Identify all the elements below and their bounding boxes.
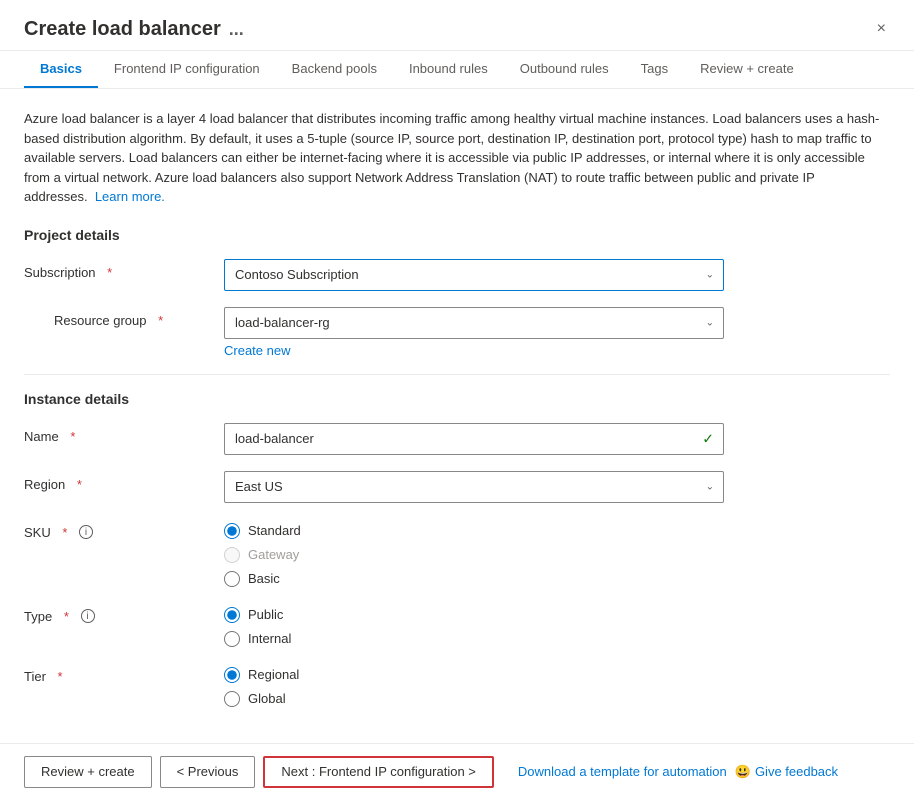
sku-info-icon[interactable]: i <box>79 525 93 539</box>
region-label: Region * <box>24 471 224 492</box>
type-public-option[interactable]: Public <box>224 607 724 623</box>
tab-basics[interactable]: Basics <box>24 51 98 88</box>
type-radio-group: Public Internal <box>224 603 724 647</box>
name-input[interactable] <box>224 423 724 455</box>
subscription-select[interactable]: Contoso Subscription <box>224 259 724 291</box>
description-text: Azure load balancer is a layer 4 load ba… <box>24 109 890 207</box>
dialog-title-ellipsis: ... <box>229 19 244 40</box>
resource-group-label: Resource group * <box>54 307 224 328</box>
tab-inbound-rules[interactable]: Inbound rules <box>393 51 504 88</box>
name-control: ✓ <box>224 423 724 455</box>
tab-outbound-rules[interactable]: Outbound rules <box>504 51 625 88</box>
tab-tags[interactable]: Tags <box>625 51 684 88</box>
sku-basic-label: Basic <box>248 571 280 586</box>
type-internal-option[interactable]: Internal <box>224 631 724 647</box>
tabs-bar: Basics Frontend IP configuration Backend… <box>0 51 914 89</box>
region-group: Region * East US ⌄ <box>24 471 890 503</box>
tab-backend-pools[interactable]: Backend pools <box>276 51 393 88</box>
type-group: Type * i Public Internal <box>24 603 890 647</box>
type-required: * <box>64 609 69 624</box>
name-label: Name * <box>24 423 224 444</box>
close-button[interactable]: × <box>873 16 890 42</box>
sku-gateway-radio[interactable] <box>224 547 240 563</box>
tier-control: Regional Global <box>224 663 724 707</box>
tier-regional-label: Regional <box>248 667 299 682</box>
review-create-button[interactable]: Review + create <box>24 756 152 788</box>
tier-global-option[interactable]: Global <box>224 691 724 707</box>
type-internal-radio[interactable] <box>224 631 240 647</box>
subscription-required: * <box>107 265 112 280</box>
tier-global-radio[interactable] <box>224 691 240 707</box>
tier-label: Tier * <box>24 663 224 684</box>
subscription-label: Subscription * <box>24 259 224 280</box>
type-internal-label: Internal <box>248 631 291 646</box>
sku-group: SKU * i Standard Gateway Basic <box>24 519 890 587</box>
next-button[interactable]: Next : Frontend IP configuration > <box>263 756 494 788</box>
type-info-icon[interactable]: i <box>81 609 95 623</box>
tier-global-label: Global <box>248 691 286 706</box>
sku-required: * <box>62 525 67 540</box>
resource-group-group: Resource group * load-balancer-rg ⌄ Crea… <box>24 307 890 358</box>
tab-frontend-ip[interactable]: Frontend IP configuration <box>98 51 276 88</box>
sku-gateway-option[interactable]: Gateway <box>224 547 724 563</box>
main-content: Azure load balancer is a layer 4 load ba… <box>0 89 914 743</box>
type-public-radio[interactable] <box>224 607 240 623</box>
sku-label: SKU * i <box>24 519 224 540</box>
resource-group-select[interactable]: load-balancer-rg <box>224 307 724 339</box>
tier-required: * <box>58 669 63 684</box>
sku-standard-radio[interactable] <box>224 523 240 539</box>
type-label: Type * i <box>24 603 224 624</box>
resource-group-required: * <box>158 313 163 328</box>
sku-basic-option[interactable]: Basic <box>224 571 724 587</box>
previous-button[interactable]: < Previous <box>160 756 256 788</box>
sku-control: Standard Gateway Basic <box>224 519 724 587</box>
name-group: Name * ✓ <box>24 423 890 455</box>
create-new-link[interactable]: Create new <box>224 343 724 358</box>
give-feedback-link[interactable]: 😃 Give feedback <box>735 764 838 780</box>
type-public-label: Public <box>248 607 283 622</box>
dialog-title: Create load balancer <box>24 18 221 41</box>
subscription-control: Contoso Subscription ⌄ <box>224 259 724 291</box>
footer: Review + create < Previous Next : Fronte… <box>0 743 914 800</box>
subscription-group: Subscription * Contoso Subscription ⌄ <box>24 259 890 291</box>
instance-details-title: Instance details <box>24 391 890 407</box>
sku-standard-label: Standard <box>248 523 301 538</box>
type-control: Public Internal <box>224 603 724 647</box>
tier-radio-group: Regional Global <box>224 663 724 707</box>
tier-group: Tier * Regional Global <box>24 663 890 707</box>
region-required: * <box>77 477 82 492</box>
learn-more-link[interactable]: Learn more. <box>95 189 165 204</box>
divider-1 <box>24 374 890 375</box>
name-check-icon: ✓ <box>702 430 714 447</box>
tier-regional-option[interactable]: Regional <box>224 667 724 683</box>
region-control: East US ⌄ <box>224 471 724 503</box>
sku-radio-group: Standard Gateway Basic <box>224 519 724 587</box>
tab-review-create[interactable]: Review + create <box>684 51 810 88</box>
feedback-label: Give feedback <box>755 764 838 779</box>
sku-basic-radio[interactable] <box>224 571 240 587</box>
tier-regional-radio[interactable] <box>224 667 240 683</box>
sku-gateway-label: Gateway <box>248 547 299 562</box>
name-required: * <box>70 429 75 444</box>
sku-standard-option[interactable]: Standard <box>224 523 724 539</box>
download-template-link[interactable]: Download a template for automation <box>518 764 727 779</box>
resource-group-control: load-balancer-rg ⌄ Create new <box>224 307 724 358</box>
project-details-title: Project details <box>24 227 890 243</box>
region-select[interactable]: East US <box>224 471 724 503</box>
feedback-icon: 😃 <box>735 764 751 780</box>
